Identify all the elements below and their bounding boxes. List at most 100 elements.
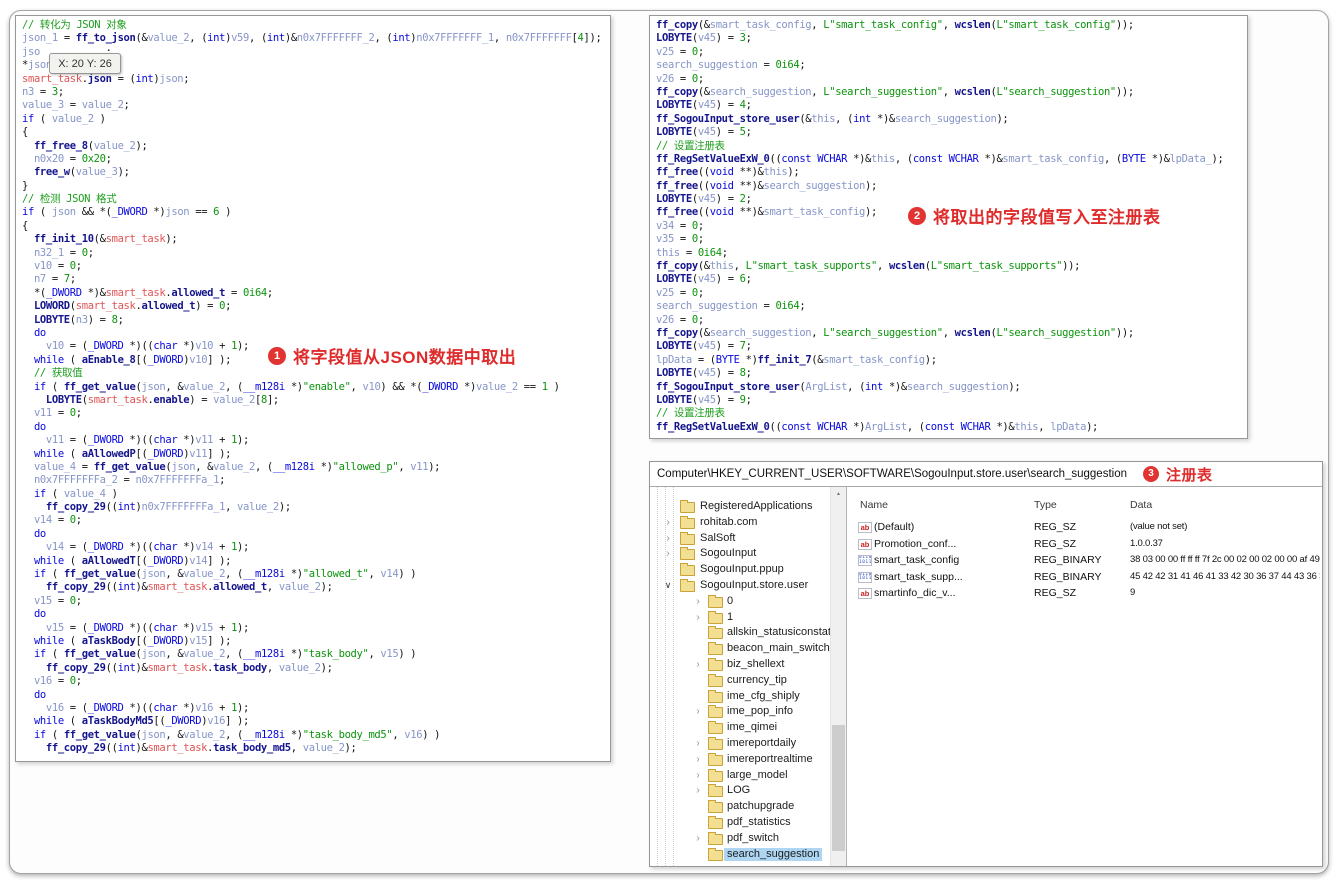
code-line: smart_task.json = (int)json;	[22, 72, 190, 85]
chevron-collapsed-icon[interactable]: ›	[693, 611, 703, 624]
code-line: v14 = (_DWORD *)((char *)v14 + 1);	[45, 541, 249, 554]
code-line: v10 = 0;	[33, 260, 82, 273]
code-line: ff_copy_29((int)&smart_task.task_body_md…	[45, 742, 357, 755]
tree-item-SogouInput[interactable]: › SogouInput	[650, 546, 846, 562]
folder-icon	[708, 752, 723, 766]
folder-icon	[708, 705, 723, 719]
folder-icon	[680, 563, 695, 577]
code-line: LOBYTE(v45) = 9;	[656, 393, 752, 406]
registry-value-row[interactable]: 0110 1011 smart_task_supp... REG_BINARY 45 4…	[848, 570, 1322, 587]
code-line: ff_copy(&search_suggestion, L"search_sug…	[656, 326, 1134, 339]
code-line: while ( aTaskBodyMd5[(_DWORD)v16] );	[33, 715, 249, 728]
value-type: REG_BINARY	[1034, 554, 1102, 567]
tree-scrollbar[interactable]: ▲	[830, 487, 846, 866]
value-data: (value not set)	[1130, 521, 1188, 532]
code-line: while ( aAllowedP[(_DWORD)v11] );	[33, 447, 232, 460]
registry-value-row[interactable]: ab (Default) REG_SZ (value not set)	[848, 520, 1322, 537]
tree-item-SogouInput.ppup[interactable]: SogouInput.ppup	[650, 562, 846, 578]
tree-item-imereportdaily[interactable]: › imereportdaily	[650, 736, 846, 752]
tree-item-allskin_statusiconstatis[interactable]: allskin_statusiconstatis	[650, 625, 846, 641]
tree-item-0[interactable]: › 0	[650, 594, 846, 610]
registry-value-row[interactable]: ab smartinfo_dic_v... REG_SZ 9	[848, 586, 1322, 603]
tree-item-label: 1	[727, 610, 734, 623]
chevron-collapsed-icon[interactable]: ›	[693, 595, 703, 608]
registry-value-row[interactable]: ab Promotion_conf... REG_SZ 1.0.0.37	[848, 537, 1322, 554]
value-name: smart_task_supp...	[874, 570, 963, 583]
folder-icon	[708, 673, 723, 687]
tree-item-label: SogouInput	[700, 547, 757, 560]
column-header-type[interactable]: Type	[1034, 499, 1057, 511]
registry-value-row[interactable]: 0110 1011 smart_task_config REG_BINARY 38 03…	[848, 553, 1322, 570]
code-line: ff_RegSetValueExW_0((const WCHAR *)&this…	[656, 152, 1224, 165]
code-line: LOBYTE(n3) = 8;	[33, 313, 124, 326]
tree-item-ime_qimei[interactable]: ime_qimei	[650, 720, 846, 736]
code-line: v16 = (_DWORD *)((char *)v16 + 1);	[45, 701, 249, 714]
tree-item-label: patchupgrade	[727, 800, 795, 813]
code-line: // 获取值	[33, 367, 83, 380]
chevron-collapsed-icon[interactable]: ›	[693, 784, 703, 797]
chevron-collapsed-icon[interactable]: ›	[663, 516, 673, 529]
chevron-collapsed-icon[interactable]: ›	[693, 737, 703, 750]
tree-item-LOG[interactable]: › LOG	[650, 783, 846, 799]
scrollbar-thumb[interactable]	[832, 725, 845, 851]
reg-binary-icon: 0110 1011	[858, 571, 872, 583]
tree-item-label: SalSoft	[700, 531, 736, 544]
scrollbar-up-arrow-icon[interactable]: ▲	[831, 487, 846, 502]
code-line: v11 = (_DWORD *)((char *)v11 + 1);	[45, 434, 249, 447]
tree-item-label: pdf_statistics	[727, 815, 791, 828]
chevron-collapsed-icon[interactable]: ›	[663, 547, 673, 560]
value-data: 9	[1130, 587, 1136, 599]
tree-item-imereportrealtime[interactable]: › imereportrealtime	[650, 752, 846, 768]
reg-sz-icon: ab	[858, 522, 872, 533]
tree-item-label: ime_pop_info	[727, 705, 794, 718]
tree-item-label: rohitab.com	[700, 515, 758, 528]
code-line: LOBYTE(v45) = 6;	[656, 273, 752, 286]
tree-item-biz_shellext[interactable]: › biz_shellext	[650, 657, 846, 673]
chevron-expanded-icon[interactable]: ∨	[663, 579, 673, 592]
decompiler-panel-registry-write: ff_copy(&smart_task_config, L"smart_task…	[649, 15, 1248, 439]
tree-item-beacon_main_switch[interactable]: beacon_main_switch	[650, 641, 846, 657]
code-line: ff_copy(&this, L"smart_task_supports", w…	[656, 260, 1081, 273]
chevron-collapsed-icon[interactable]: ›	[663, 532, 673, 545]
annotation-3-text: 注册表	[1165, 466, 1213, 484]
tree-item-SogouInput.store.user[interactable]: ∨ SogouInput.store.user	[650, 578, 846, 594]
annotation-1-badge: 1	[268, 346, 286, 365]
column-header-data[interactable]: Data	[1130, 499, 1152, 511]
chevron-collapsed-icon[interactable]: ›	[693, 705, 703, 718]
tree-item-currency_tip[interactable]: currency_tip	[650, 673, 846, 689]
code-line: v16 = 0;	[33, 675, 82, 688]
reg-sz-icon: ab	[858, 588, 872, 600]
code-line: search_suggestion = 0i64;	[656, 59, 806, 72]
tree-item-SalSoft[interactable]: › SalSoft	[650, 531, 846, 547]
chevron-collapsed-icon[interactable]: ›	[693, 832, 703, 845]
chevron-collapsed-icon[interactable]: ›	[693, 769, 703, 782]
tree-item-RegisteredApplications[interactable]: RegisteredApplications	[650, 499, 846, 515]
tree-item-patchupgrade[interactable]: patchupgrade	[650, 799, 846, 815]
folder-icon	[708, 626, 723, 640]
code-line: // 设置注册表	[656, 139, 725, 152]
code-line: value_4 = ff_get_value(json, &value_2, (…	[33, 460, 441, 473]
tree-item-label: search_suggestion	[724, 847, 823, 862]
tree-item-ime_cfg_shiply[interactable]: ime_cfg_shiply	[650, 689, 846, 705]
annotation-2: 2 将取出的字段值写入至注册表	[908, 203, 1161, 228]
tree-item-pdf_switch[interactable]: › pdf_switch	[650, 831, 846, 847]
folder-icon	[708, 800, 723, 814]
tree-item-pdf_statistics[interactable]: pdf_statistics	[650, 815, 846, 831]
tree-item-rohitab.com[interactable]: › rohitab.com	[650, 515, 846, 531]
column-header-name[interactable]: Name	[860, 499, 888, 511]
value-type: REG_SZ	[1034, 537, 1077, 550]
code-line: ff_copy_29((int)&smart_task.allowed_t, v…	[45, 581, 333, 594]
code-line: ff_SogouInput_store_user(ArgList, (int *…	[656, 380, 1021, 393]
code-line: v15 = 0;	[33, 594, 82, 607]
code-line: ff_free_8(value_2);	[33, 139, 148, 152]
registry-address-bar[interactable]: Computer\HKEY_CURRENT_USER\SOFTWARE\Sogo…	[650, 462, 1322, 487]
code-line: ff_copy_29((int)n0x7FFFFFFFa_1, value_2)…	[45, 501, 291, 514]
folder-icon	[708, 642, 723, 656]
chevron-collapsed-icon[interactable]: ›	[693, 753, 703, 766]
tree-item-1[interactable]: › 1	[650, 610, 846, 626]
tree-item-search_suggestion[interactable]: search_suggestion	[650, 847, 846, 863]
chevron-collapsed-icon[interactable]: ›	[693, 658, 703, 671]
tree-item-large_model[interactable]: › large_model	[650, 768, 846, 784]
tree-item-ime_pop_info[interactable]: › ime_pop_info	[650, 704, 846, 720]
folder-icon	[680, 500, 695, 513]
